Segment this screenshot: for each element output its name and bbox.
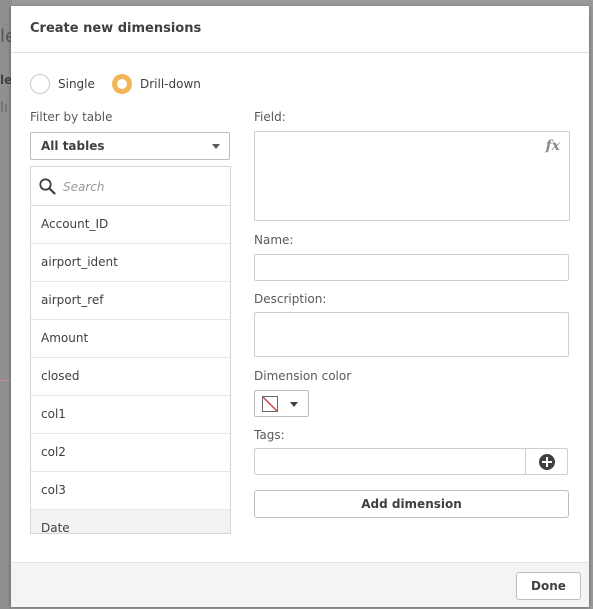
dialog-footer: Done xyxy=(11,562,589,607)
filter-by-table-label: Filter by table xyxy=(30,110,113,124)
field-item-amount[interactable]: Amount xyxy=(31,320,230,358)
tags-input[interactable] xyxy=(254,448,526,475)
field-list: Account_ID airport_ident airport_ref Amo… xyxy=(31,206,230,533)
field-item-col1[interactable]: col1 xyxy=(31,396,230,434)
radio-drill-down[interactable]: Drill-down xyxy=(112,74,201,94)
dimension-color-picker[interactable] xyxy=(254,390,309,417)
search-icon xyxy=(39,178,56,195)
dimension-color-label: Dimension color xyxy=(254,369,352,383)
background-text-fragment-tiny: lı xyxy=(0,100,8,116)
tags-input-group xyxy=(254,448,568,475)
field-item-closed[interactable]: closed xyxy=(31,358,230,396)
field-item-airport-ident[interactable]: airport_ident xyxy=(31,244,230,282)
radio-drill-down-circle[interactable] xyxy=(112,74,132,94)
no-color-swatch-icon xyxy=(262,396,278,412)
add-tag-button[interactable] xyxy=(525,448,568,475)
tags-label: Tags: xyxy=(254,428,285,442)
description-label: Description: xyxy=(254,292,327,306)
add-dimension-button[interactable]: Add dimension xyxy=(254,490,569,518)
chevron-down-icon xyxy=(212,144,220,149)
create-dimensions-dialog: Create new dimensions Single Drill-down … xyxy=(11,6,589,607)
table-filter-value: All tables xyxy=(41,139,105,153)
chevron-down-icon xyxy=(290,402,298,407)
field-item-account-id[interactable]: Account_ID xyxy=(31,206,230,244)
field-item-airport-ref[interactable]: airport_ref xyxy=(31,282,230,320)
radio-drill-down-label: Drill-down xyxy=(140,77,201,91)
field-item-col3[interactable]: col3 xyxy=(31,472,230,510)
name-label: Name: xyxy=(254,233,294,247)
name-input[interactable] xyxy=(254,254,569,281)
table-filter-select[interactable]: All tables xyxy=(30,132,230,160)
field-item-date[interactable]: Date xyxy=(31,510,230,533)
field-search-row xyxy=(31,167,230,206)
field-label: Field: xyxy=(254,110,286,124)
field-expression-input[interactable]: fx xyxy=(254,131,570,221)
field-list-panel: Account_ID airport_ident airport_ref Amo… xyxy=(30,166,231,534)
done-button[interactable]: Done xyxy=(516,572,581,600)
radio-single[interactable]: Single xyxy=(30,74,95,94)
field-item-col2[interactable]: col2 xyxy=(31,434,230,472)
description-input[interactable] xyxy=(254,312,569,357)
radio-single-label: Single xyxy=(58,77,95,91)
plus-circle-icon xyxy=(539,454,555,470)
dialog-title: Create new dimensions xyxy=(30,21,202,36)
dialog-header: Create new dimensions xyxy=(11,6,589,53)
field-search-input[interactable] xyxy=(61,175,225,199)
fx-expression-icon[interactable]: fx xyxy=(546,138,560,154)
radio-single-circle[interactable] xyxy=(30,74,50,94)
